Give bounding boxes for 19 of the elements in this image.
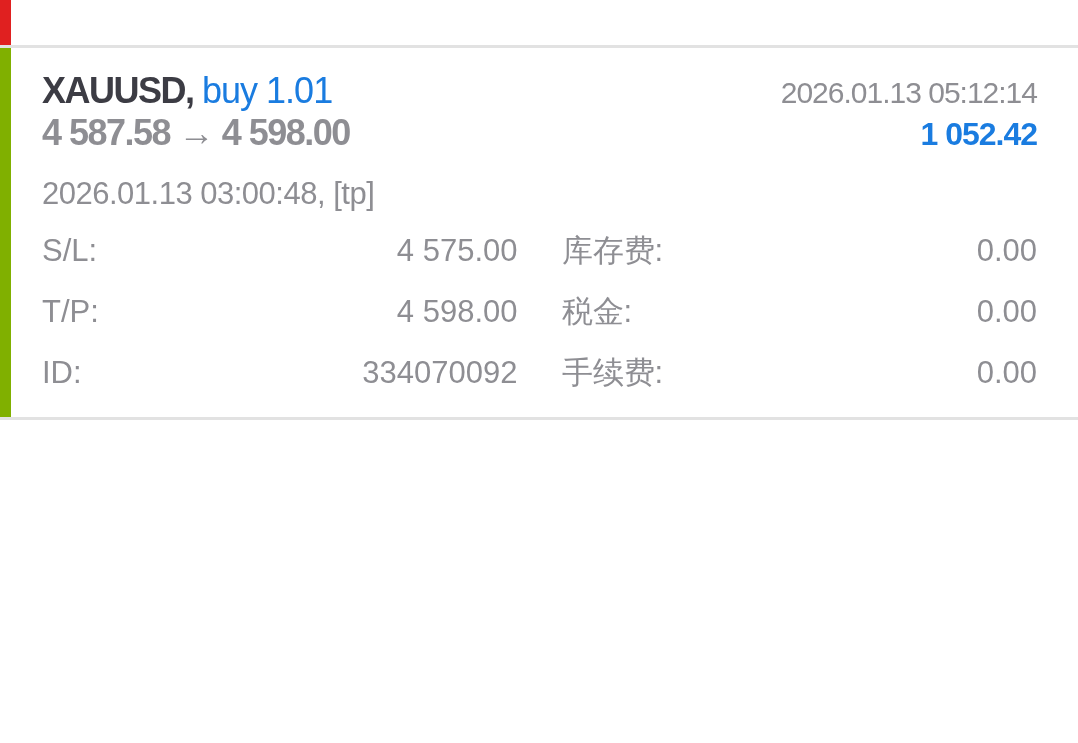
- field-label: T/P:: [42, 293, 99, 330]
- close-time: 2026.01.13 05:12:14: [780, 76, 1037, 110]
- field-label: 税金:: [561, 292, 633, 331]
- symbol-title: XAUUSD, buy 1.01: [42, 70, 333, 112]
- deal-card[interactable]: [0, 0, 1078, 48]
- field-value: 4 575.00: [396, 232, 518, 269]
- field-value: 0.00: [976, 293, 1037, 330]
- deal-card[interactable]: XAUUSD, buy 1.01 2026.01.13 05:12:14 4 587.58 → 4 598.00 1 052.42 2026.01.13 03:00:48, [tp] S/L: 4 575.00 库存费: 0.00 T/P: 4 598.00 税金: 0.00 ID: 334070092 手续费: 0.00: [0, 48, 1078, 420]
- open-time: 2026.01.13 03:00:48, [tp]: [42, 176, 376, 212]
- profit-value: 1 052.42: [920, 116, 1037, 153]
- price-range: 4 587.58 → 4 598.00: [42, 112, 350, 154]
- field-value: 334070092: [362, 354, 518, 391]
- field-label: ID:: [42, 354, 82, 391]
- field-label: 库存费:: [561, 231, 664, 270]
- field-label: 手续费:: [561, 353, 664, 392]
- field-label: S/L:: [42, 232, 98, 269]
- field-value: 0.00: [976, 354, 1037, 391]
- field-value: 0.00: [976, 232, 1037, 269]
- field-value: 4 598.00: [396, 293, 518, 330]
